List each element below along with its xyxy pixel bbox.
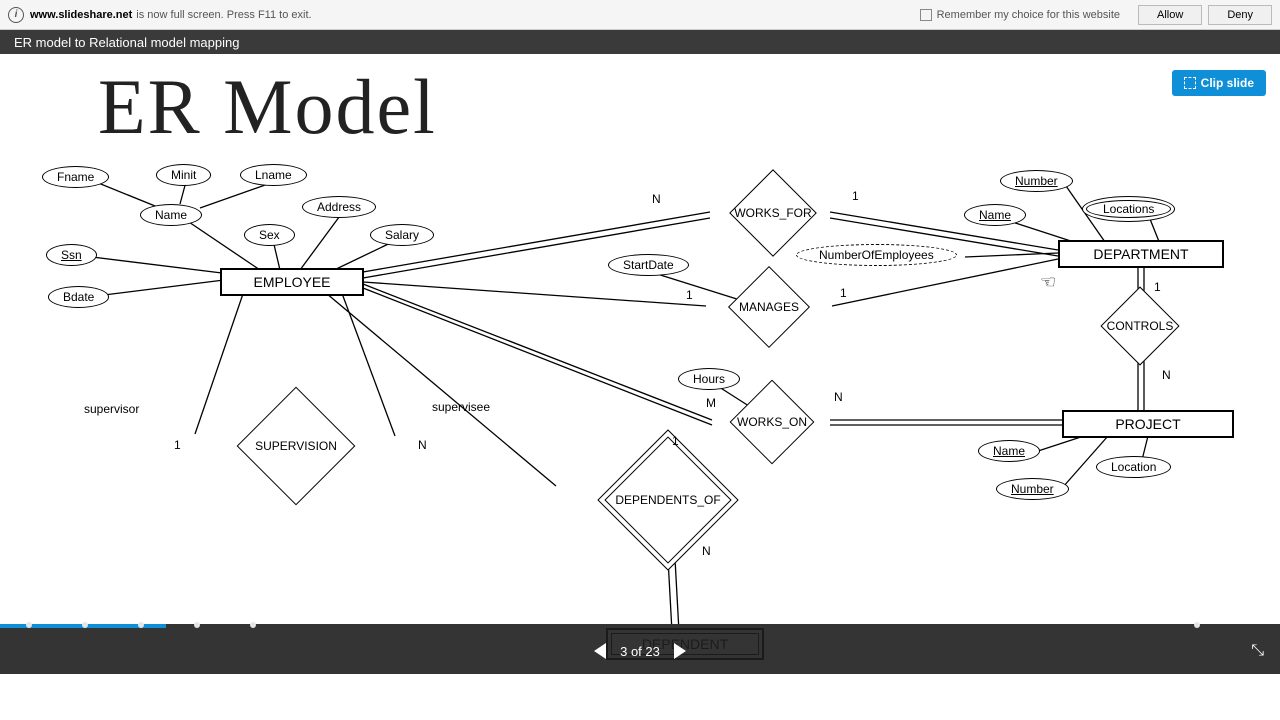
fullscreen-notification-bar: i www.slideshare.net is now full screen.… <box>0 0 1280 30</box>
card-n-5: N <box>418 438 427 452</box>
slide-area: ER Model Clip slide <box>0 54 1280 674</box>
attr-locations: Locations <box>1082 196 1175 222</box>
entity-department: DEPARTMENT <box>1058 240 1224 268</box>
card-n-3: N <box>1162 368 1171 382</box>
remember-checkbox[interactable] <box>920 9 932 21</box>
card-1-3: 1 <box>840 286 847 300</box>
info-icon: i <box>8 7 24 23</box>
attr-minit: Minit <box>156 164 211 186</box>
remember-label: Remember my choice for this website <box>937 9 1120 21</box>
allow-button[interactable]: Allow <box>1138 5 1202 25</box>
rel-works-on: WORKS_ON <box>737 415 807 429</box>
attr-bdate: Bdate <box>48 286 109 308</box>
rel-manages: MANAGES <box>739 300 799 314</box>
prev-slide-button[interactable] <box>594 643 606 659</box>
rel-controls: CONTROLS <box>1107 319 1174 333</box>
attr-startdate: StartDate <box>608 254 689 276</box>
attr-lname: Lname <box>240 164 307 186</box>
cursor-pointer-icon: ☜ <box>1040 272 1056 293</box>
deny-button[interactable]: Deny <box>1208 5 1272 25</box>
notification-domain: www.slideshare.net <box>30 9 132 21</box>
attr-dept-name: Name <box>964 204 1026 226</box>
card-1-4: 1 <box>1154 280 1161 294</box>
clip-slide-button[interactable]: Clip slide <box>1172 70 1266 96</box>
exit-fullscreen-icon[interactable]: ⤡ <box>1251 642 1264 660</box>
card-1-6: 1 <box>174 438 181 452</box>
slide-title: ER Model <box>98 62 437 152</box>
attr-name-emp: Name <box>140 204 202 226</box>
clip-slide-label: Clip slide <box>1201 76 1254 90</box>
card-n-4: N <box>702 544 711 558</box>
card-1-1: 1 <box>852 189 859 203</box>
attr-location: Location <box>1096 456 1171 478</box>
entity-employee: EMPLOYEE <box>220 268 364 296</box>
attr-salary: Salary <box>370 224 434 246</box>
presentation-title: ER model to Relational model mapping <box>14 35 239 50</box>
card-1-5: 1 <box>672 434 679 448</box>
attr-dept-number: Number <box>1000 170 1073 192</box>
page-indicator: 3 of 23 <box>620 644 660 659</box>
rel-dependents-of: DEPENDENTS_OF <box>615 493 720 507</box>
attr-proj-name: Name <box>978 440 1040 462</box>
role-supervisor: supervisor <box>84 402 139 416</box>
clip-icon <box>1184 77 1196 89</box>
rel-supervision: SUPERVISION <box>255 439 337 453</box>
attr-number-of-employees: NumberOfEmployees <box>796 244 957 266</box>
role-supervisee: supervisee <box>432 400 490 414</box>
card-n-2: N <box>834 390 843 404</box>
card-1-2: 1 <box>686 288 693 302</box>
slide-nav-bar: 3 of 23 ⤡ <box>0 628 1280 674</box>
attr-sex: Sex <box>244 224 295 246</box>
notification-message: is now full screen. Press F11 to exit. <box>136 9 311 21</box>
entity-project: PROJECT <box>1062 410 1234 438</box>
rel-works-for: WORKS_FOR <box>734 206 811 220</box>
next-slide-button[interactable] <box>674 643 686 659</box>
presentation-title-bar: ER model to Relational model mapping <box>0 30 1280 54</box>
card-n-1: N <box>652 192 661 206</box>
card-m: M <box>706 396 716 410</box>
attr-proj-number: Number <box>996 478 1069 500</box>
attr-hours: Hours <box>678 368 740 390</box>
attr-address: Address <box>302 196 376 218</box>
attr-ssn: Ssn <box>46 244 97 266</box>
attr-fname: Fname <box>42 166 109 188</box>
